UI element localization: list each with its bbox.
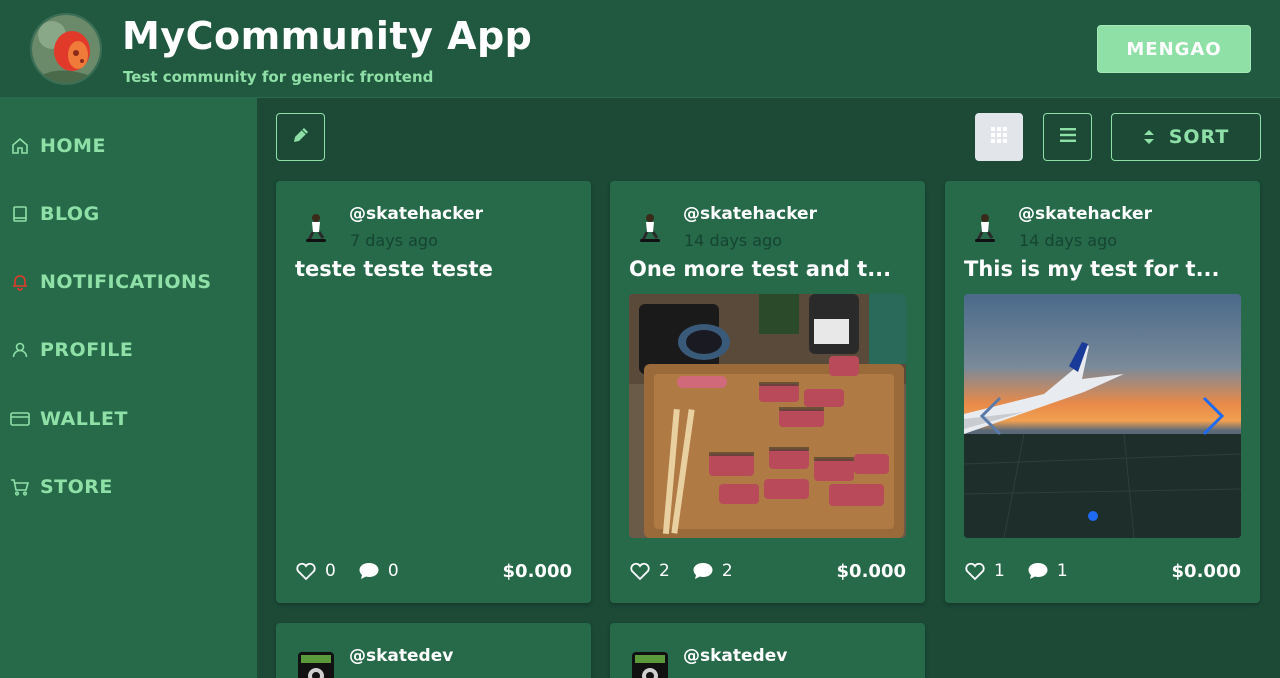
main-content: SORT @skatehacker 7 days ago teste teste… bbox=[257, 98, 1280, 678]
sidebar-item-blog[interactable]: BLOG bbox=[10, 199, 100, 229]
heart-icon[interactable] bbox=[629, 561, 651, 581]
list-view-button[interactable] bbox=[1043, 113, 1092, 161]
carousel-dot-indicator[interactable] bbox=[1088, 511, 1098, 521]
app-title: MyCommunity App bbox=[122, 14, 533, 58]
post-stats: 2 2 bbox=[629, 559, 755, 583]
cart-icon bbox=[10, 477, 30, 497]
pencil-icon bbox=[291, 125, 311, 149]
post-stats: 1 1 bbox=[964, 559, 1090, 583]
post-stats: 0 0 bbox=[295, 559, 421, 583]
sidebar-item-label: HOME bbox=[40, 135, 106, 157]
post-payout: $0.000 bbox=[1171, 561, 1241, 582]
like-count: 1 bbox=[994, 561, 1005, 581]
sidebar-item-label: STORE bbox=[40, 476, 113, 498]
comment-icon[interactable] bbox=[358, 561, 380, 581]
sidebar-item-wallet[interactable]: WALLET bbox=[10, 404, 128, 434]
post-author[interactable]: @skatehacker bbox=[1018, 204, 1152, 224]
avatar[interactable] bbox=[632, 210, 668, 246]
comment-count: 1 bbox=[1056, 561, 1068, 581]
comment-icon[interactable] bbox=[692, 561, 714, 581]
sidebar-item-home[interactable]: HOME bbox=[10, 131, 106, 161]
app-subtitle: Test community for generic frontend bbox=[123, 68, 434, 86]
post-card[interactable]: @skatehacker 14 days ago One more test a… bbox=[610, 181, 925, 603]
post-card[interactable]: @skatedev bbox=[610, 623, 925, 678]
comment-icon[interactable] bbox=[1027, 561, 1049, 581]
like-count: 2 bbox=[659, 561, 670, 581]
post-title[interactable]: One more test and t... bbox=[629, 257, 909, 281]
grid-icon bbox=[990, 126, 1008, 148]
post-image-carousel[interactable] bbox=[964, 294, 1241, 538]
sidebar: HOME BLOG NOTIFICATIONS PROFILE WALLET S… bbox=[0, 98, 257, 678]
list-icon bbox=[1059, 127, 1077, 147]
carousel-prev-icon[interactable] bbox=[976, 394, 1004, 442]
credit-card-icon bbox=[10, 409, 30, 429]
post-time: 14 days ago bbox=[1019, 231, 1118, 250]
post-payout: $0.000 bbox=[836, 561, 906, 582]
bell-icon bbox=[10, 272, 30, 292]
sidebar-item-label: NOTIFICATIONS bbox=[40, 271, 212, 293]
grid-view-button[interactable] bbox=[975, 113, 1023, 161]
sidebar-item-label: PROFILE bbox=[40, 339, 134, 361]
avatar[interactable] bbox=[967, 210, 1003, 246]
home-icon bbox=[10, 136, 30, 156]
sort-icon bbox=[1143, 129, 1155, 145]
avatar[interactable] bbox=[298, 210, 334, 246]
avatar[interactable] bbox=[298, 652, 334, 678]
avatar[interactable] bbox=[632, 652, 668, 678]
post-title[interactable]: This is my test for t... bbox=[964, 257, 1244, 281]
post-author[interactable]: @skatedev bbox=[349, 646, 453, 666]
post-card[interactable]: @skatehacker 14 days ago This is my test… bbox=[945, 181, 1260, 603]
compose-button[interactable] bbox=[276, 113, 325, 161]
post-author[interactable]: @skatedev bbox=[683, 646, 787, 666]
post-payout: $0.000 bbox=[502, 561, 572, 582]
comment-count: 2 bbox=[721, 561, 733, 581]
comment-count: 0 bbox=[387, 561, 399, 581]
like-count: 0 bbox=[325, 561, 336, 581]
post-card[interactable]: @skatedev bbox=[276, 623, 591, 678]
user-icon bbox=[10, 340, 30, 360]
sidebar-item-label: BLOG bbox=[40, 203, 100, 225]
sidebar-item-profile[interactable]: PROFILE bbox=[10, 335, 133, 365]
post-image[interactable] bbox=[629, 294, 906, 538]
sidebar-item-label: WALLET bbox=[40, 408, 128, 430]
heart-icon[interactable] bbox=[295, 561, 317, 581]
post-time: 14 days ago bbox=[684, 231, 783, 250]
community-logo[interactable] bbox=[30, 13, 102, 85]
post-card[interactable]: @skatehacker 7 days ago teste teste test… bbox=[276, 181, 591, 603]
carousel-next-icon[interactable] bbox=[1200, 394, 1228, 442]
heart-icon[interactable] bbox=[964, 561, 986, 581]
sort-label: SORT bbox=[1168, 126, 1230, 148]
book-icon bbox=[10, 204, 30, 224]
post-title[interactable]: teste teste teste bbox=[295, 257, 575, 281]
sort-button[interactable]: SORT bbox=[1111, 113, 1261, 161]
post-author[interactable]: @skatehacker bbox=[683, 204, 817, 224]
sidebar-item-notifications[interactable]: NOTIFICATIONS bbox=[10, 267, 212, 297]
sidebar-item-store[interactable]: STORE bbox=[10, 472, 113, 502]
app-header: MyCommunity App Test community for gener… bbox=[0, 0, 1280, 98]
post-time: 7 days ago bbox=[350, 231, 438, 250]
post-author[interactable]: @skatehacker bbox=[349, 204, 483, 224]
user-menu-button[interactable]: MENGAO bbox=[1097, 25, 1251, 73]
